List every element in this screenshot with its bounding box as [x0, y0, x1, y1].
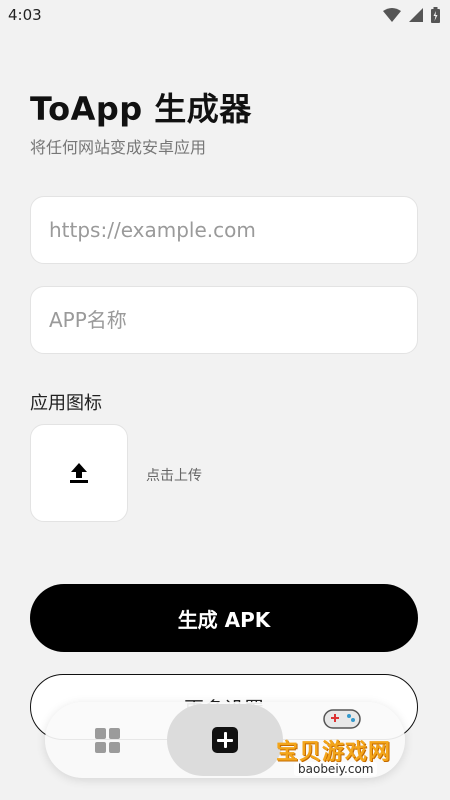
generate-apk-button[interactable]: 生成 APK [30, 584, 418, 652]
signal-icon [409, 8, 423, 22]
icon-upload-button[interactable] [30, 424, 128, 522]
page-subtitle: 将任何网站变成安卓应用 [30, 138, 207, 157]
url-input[interactable] [30, 196, 418, 264]
battery-icon [431, 7, 440, 23]
watermark-url: baobeiy.com [294, 762, 378, 776]
status-bar: 4:03 [0, 0, 450, 30]
gamepad-icon [323, 709, 361, 729]
page-title: ToApp 生成器 [30, 90, 252, 128]
wifi-icon [383, 8, 401, 22]
grid-icon[interactable] [95, 728, 121, 754]
app-icon-label: 应用图标 [30, 393, 102, 414]
app-name-input[interactable] [30, 286, 418, 354]
nav-add-button[interactable] [167, 704, 283, 776]
watermark-logo: 宝贝游戏网 baobeiy.com [276, 706, 416, 782]
status-time: 4:03 [8, 6, 42, 24]
generate-apk-label: 生成 APK [177, 607, 271, 632]
upload-icon [70, 463, 88, 483]
add-icon [212, 727, 238, 753]
upload-hint: 点击上传 [146, 468, 202, 484]
status-icons [383, 7, 440, 23]
